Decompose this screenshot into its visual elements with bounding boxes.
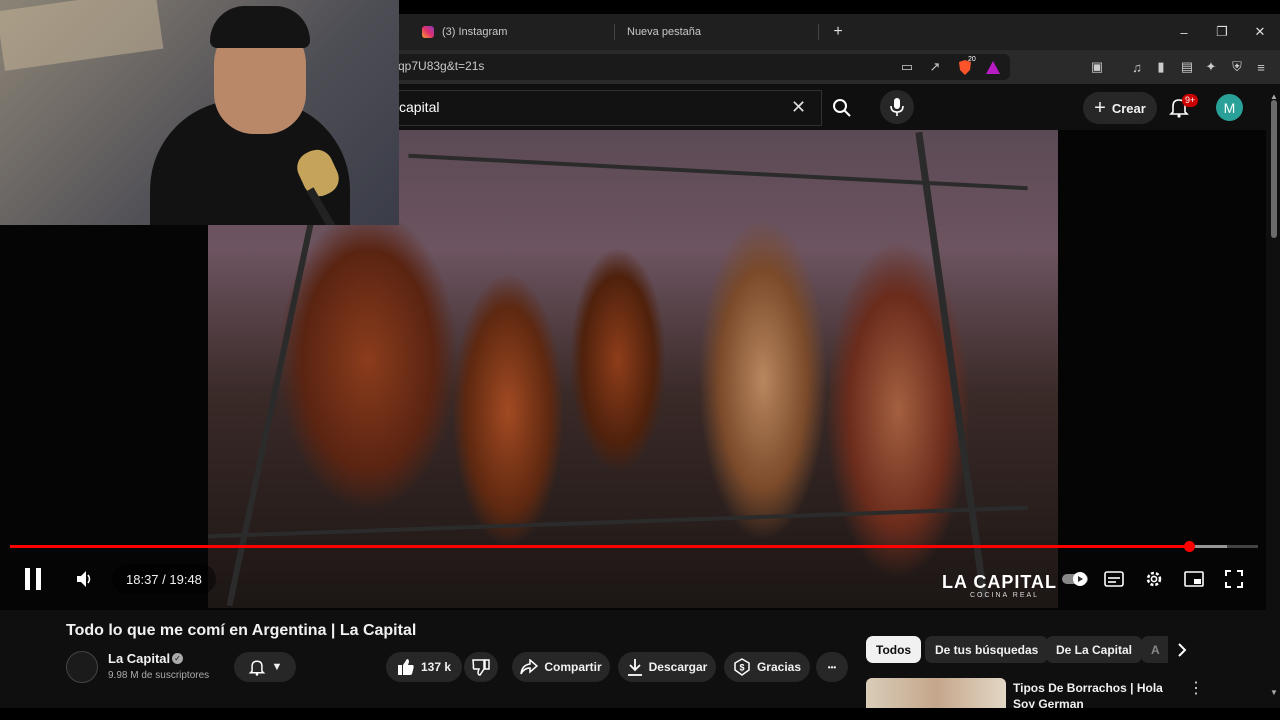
time-display: 18:37 / 19:48 — [112, 564, 216, 594]
search-query: capital — [399, 99, 440, 115]
instagram-icon — [422, 26, 434, 38]
shield-count: 20 — [968, 56, 976, 63]
voice-search-button[interactable] — [880, 90, 914, 124]
share-label: Compartir — [544, 660, 602, 674]
subscribed-bell-button[interactable]: ▼ — [234, 652, 296, 682]
chevron-right-icon — [1178, 643, 1187, 657]
webcam-person-hair — [210, 6, 310, 48]
grill-rod — [408, 153, 1028, 191]
channel-avatar[interactable] — [66, 651, 98, 683]
video-title: Todo lo que me comí en Argentina | La Ca… — [66, 622, 417, 639]
chevron-down-icon: ▼ — [271, 661, 283, 673]
create-button[interactable]: + Crear — [1083, 92, 1157, 124]
like-icon — [397, 659, 414, 675]
bottom-strip — [0, 708, 1280, 720]
subscriber-count: 9.98 M de suscriptores — [108, 670, 210, 681]
download-label: Descargar — [648, 660, 708, 674]
reader-icon[interactable]: ▣ — [1088, 58, 1106, 76]
mute-button[interactable] — [70, 564, 100, 594]
tab-title: (3) Instagram — [442, 26, 508, 38]
vpn-icon[interactable]: ⛨ — [1228, 58, 1246, 76]
close-window-button[interactable]: ✕ — [1242, 14, 1278, 50]
create-label: Crear — [1111, 100, 1146, 116]
scrubber-handle[interactable] — [1184, 541, 1196, 552]
settings-button[interactable] — [1140, 564, 1168, 594]
wallet-icon[interactable]: ▤ — [1178, 58, 1196, 76]
like-count: 137 k — [420, 660, 452, 674]
recommended-menu-icon[interactable]: ⋮ — [1188, 678, 1204, 698]
subtitles-icon — [1104, 571, 1124, 587]
thanks-label: Gracias — [756, 660, 802, 674]
chip-de-la-capital[interactable]: De La Capital — [1046, 636, 1143, 663]
chip-todos[interactable]: Todos — [866, 636, 922, 663]
fullscreen-button[interactable] — [1220, 564, 1248, 594]
fullscreen-icon — [1225, 570, 1243, 588]
notification-badge: 9+ — [1182, 94, 1199, 107]
settings-icon — [1146, 571, 1162, 587]
volume-icon — [77, 571, 91, 587]
thanks-icon: $ — [734, 658, 750, 676]
dislike-button[interactable] — [464, 652, 498, 682]
download-icon — [627, 659, 642, 676]
pause-icon — [25, 568, 41, 590]
share-page-icon[interactable]: ↗ — [926, 58, 944, 76]
leo-ai-icon[interactable]: ✦ — [1202, 58, 1220, 76]
share-button[interactable]: Compartir — [512, 652, 610, 682]
tab-title: Nueva pestaña — [627, 26, 701, 38]
menu-icon[interactable]: ≡ — [1252, 58, 1270, 76]
download-button[interactable]: Descargar — [618, 652, 716, 682]
svg-text:$: $ — [739, 663, 744, 673]
grill-rod — [915, 131, 988, 599]
dislike-icon — [472, 659, 490, 676]
music-icon[interactable]: ♫ — [1128, 58, 1146, 76]
miniplayer-icon — [1184, 571, 1204, 587]
search-input[interactable]: capital ✕ — [380, 90, 822, 126]
plus-icon: + — [1094, 96, 1106, 119]
verified-icon: ✓ — [172, 653, 183, 664]
recommended-thumbnail[interactable] — [866, 678, 1006, 708]
scrollbar-thumb[interactable] — [1271, 100, 1277, 238]
bell-icon — [248, 660, 265, 676]
channel-name[interactable]: La Capital — [108, 651, 170, 666]
search-icon — [833, 99, 851, 117]
progress-bar[interactable] — [10, 541, 1258, 552]
like-button[interactable]: 137 k — [386, 652, 462, 682]
webcam-background-blanket — [0, 0, 164, 71]
new-tab-button[interactable]: + — [820, 14, 856, 50]
watermark-title: LA CAPITAL — [942, 572, 1057, 592]
chips-next-button[interactable] — [1168, 636, 1196, 664]
cast-icon[interactable]: ▭ — [898, 58, 916, 76]
account-avatar[interactable]: M — [1216, 94, 1243, 121]
page-scrollbar[interactable]: ▲ ▼ — [1268, 92, 1280, 720]
mic-icon — [890, 98, 904, 116]
tab-divider — [818, 24, 819, 40]
address-bar[interactable]: qp7U83g&t=21s ▭ ↗ 20 — [380, 54, 1010, 80]
share-icon — [520, 659, 539, 675]
pause-button[interactable] — [18, 564, 48, 594]
more-actions-button[interactable]: ••• — [816, 652, 848, 682]
tab-new-tab[interactable]: Nueva pestaña — [627, 14, 701, 50]
subtitles-button[interactable] — [1100, 564, 1128, 594]
autoplay-toggle[interactable] — [1060, 564, 1090, 594]
watermark-subtitle: COCINA REAL — [970, 592, 1040, 599]
tab-divider — [614, 24, 615, 40]
thanks-button[interactable]: $ Gracias — [724, 652, 810, 682]
sidebar-icon[interactable]: ▮ — [1152, 58, 1170, 76]
webcam-overlay — [0, 0, 399, 225]
url-text: qp7U83g&t=21s — [398, 59, 485, 73]
chip-de-tus-busquedas[interactable]: De tus búsquedas — [925, 636, 1049, 663]
played-bar — [10, 545, 1190, 548]
tab-instagram[interactable]: (3) Instagram — [422, 14, 507, 50]
autoplay-icon — [1062, 572, 1088, 586]
minimize-button[interactable]: – — [1166, 14, 1202, 50]
restore-button[interactable]: ❐ — [1204, 14, 1240, 50]
clear-search-icon[interactable]: ✕ — [791, 97, 806, 118]
search-button[interactable] — [822, 90, 862, 126]
miniplayer-button[interactable] — [1180, 564, 1208, 594]
scroll-down-icon[interactable]: ▼ — [1270, 688, 1278, 697]
grill-rod — [208, 505, 1028, 539]
brave-rewards-icon[interactable] — [984, 58, 1002, 76]
